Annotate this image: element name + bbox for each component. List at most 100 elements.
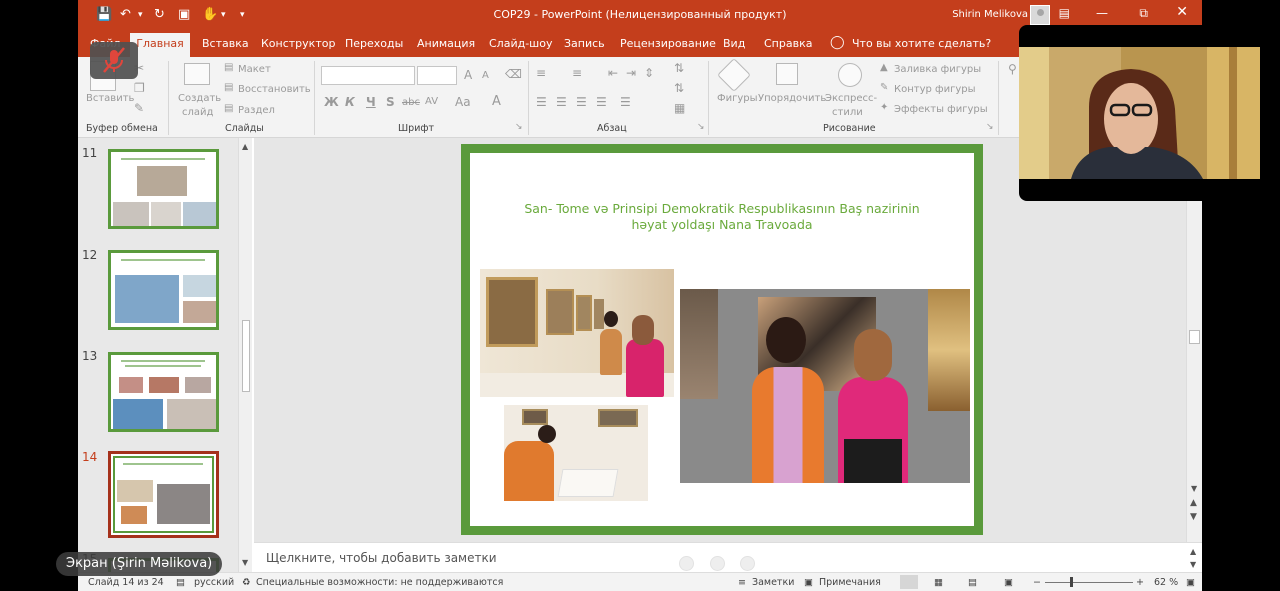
shrink-font-button[interactable]: A	[482, 70, 489, 81]
font-color-button[interactable]: A	[492, 94, 501, 109]
tab-home[interactable]: Главная	[130, 33, 190, 57]
text-direction-icon[interactable]: ⇅	[674, 61, 684, 75]
comments-icon[interactable]: ▣	[804, 577, 813, 588]
minimize-icon[interactable]: —	[1096, 6, 1108, 20]
comments-button[interactable]: Примечания	[819, 577, 881, 588]
shapes-button[interactable]: Фигуры	[717, 93, 758, 104]
reset-button[interactable]: Восстановить	[238, 84, 311, 95]
tab-slideshow[interactable]: Слайд-шоу	[489, 37, 552, 50]
thumbnail-scrollbar[interactable]: ▲ ▼	[238, 138, 252, 572]
tab-review[interactable]: Рецензирование	[620, 37, 716, 50]
tab-transitions[interactable]: Переходы	[345, 37, 403, 50]
reading-view-icon[interactable]: ▤	[968, 577, 977, 588]
quick-styles-button-line2[interactable]: стили	[832, 107, 863, 118]
numbering-icon[interactable]: ≡	[572, 66, 582, 80]
next-slide-icon[interactable]: ▼	[1190, 512, 1197, 522]
format-painter-icon[interactable]: ✎	[134, 101, 144, 115]
slide-sorter-icon[interactable]: ▦	[934, 577, 943, 588]
change-case-button[interactable]: Aa	[455, 95, 471, 109]
tab-insert[interactable]: Вставка	[202, 37, 249, 50]
font-size-combo[interactable]	[417, 66, 457, 85]
tell-me-search[interactable]: Что вы хотите сделать?	[852, 37, 991, 50]
scrollbar-thumb[interactable]	[242, 320, 250, 392]
strikethrough-button[interactable]: abc	[402, 97, 420, 108]
shape-fill-button[interactable]: Заливка фигуры	[894, 64, 981, 75]
arrange-button[interactable]: Упорядочить	[758, 93, 826, 104]
layout-button[interactable]: Макет	[238, 64, 271, 75]
spellcheck-icon[interactable]: ▤	[176, 577, 185, 588]
zoom-level[interactable]: 62 %	[1154, 577, 1178, 588]
notes-button[interactable]: Заметки	[752, 577, 794, 588]
notes-icon[interactable]: ≡	[738, 577, 746, 588]
slideshow-icon[interactable]: ▣	[1004, 577, 1013, 588]
underline-button[interactable]: Ч	[366, 95, 376, 109]
tab-view[interactable]: Вид	[723, 37, 745, 50]
tab-design[interactable]: Конструктор	[261, 37, 335, 50]
clear-formatting-icon[interactable]: ⌫	[505, 67, 522, 81]
zoom-slider[interactable]	[1045, 582, 1133, 583]
font-name-combo[interactable]	[321, 66, 415, 85]
find-icon[interactable]: ⚲	[1008, 62, 1017, 76]
scroll-up-icon[interactable]: ▲	[242, 142, 248, 151]
avatar[interactable]	[1030, 5, 1050, 25]
align-right-icon[interactable]: ☰	[576, 95, 587, 109]
restore-icon[interactable]: ⧉	[1139, 6, 1148, 21]
justify-icon[interactable]: ☰	[596, 95, 607, 109]
copy-icon[interactable]: ❐	[134, 81, 145, 95]
notes-placeholder[interactable]: Щелкните, чтобы добавить заметки	[266, 551, 497, 565]
shapes-icon[interactable]	[717, 58, 751, 92]
accessibility-status[interactable]: Специальные возможности: не поддерживают…	[256, 577, 503, 588]
increase-indent-icon[interactable]: ⇥	[626, 66, 636, 80]
align-center-icon[interactable]: ☰	[556, 95, 567, 109]
language-indicator[interactable]: русский	[194, 577, 234, 588]
shape-outline-button[interactable]: Контур фигуры	[894, 84, 976, 95]
tab-animations[interactable]: Анимация	[417, 37, 475, 50]
bold-button[interactable]: Ж	[324, 95, 339, 109]
arrange-icon[interactable]	[776, 63, 798, 85]
new-slide-icon[interactable]	[184, 63, 210, 85]
dialog-launcher-icon[interactable]: ↘	[697, 122, 705, 132]
tab-help[interactable]: Справка	[764, 37, 812, 50]
zoom-out-icon[interactable]: −	[1033, 577, 1041, 588]
shadow-button[interactable]: S	[386, 95, 395, 109]
new-slide-button-line2[interactable]: слайд	[182, 107, 213, 118]
shape-effects-button[interactable]: Эффекты фигуры	[894, 104, 988, 115]
slide-counter[interactable]: Слайд 14 из 24	[88, 577, 164, 588]
bullets-icon[interactable]: ≡	[536, 66, 546, 80]
tab-record[interactable]: Запись	[564, 37, 605, 50]
slide-thumbnail-14[interactable]	[108, 451, 219, 538]
slide-title[interactable]: San- Tome və Prinsipi Demokratik Respubl…	[490, 201, 954, 233]
slide-thumbnail-13[interactable]	[108, 352, 219, 432]
quick-styles-button[interactable]: Экспресс-	[825, 93, 877, 104]
slide-thumbnail-11[interactable]	[108, 149, 219, 229]
slide-thumbnail-12[interactable]	[108, 250, 219, 330]
close-icon[interactable]: ✕	[1176, 4, 1188, 20]
quick-styles-icon[interactable]	[838, 63, 862, 87]
accessibility-icon[interactable]: ♻	[242, 577, 251, 588]
decrease-indent-icon[interactable]: ⇤	[608, 66, 618, 80]
current-slide[interactable]: San- Tome və Prinsipi Demokratik Respubl…	[461, 144, 983, 535]
scroll-up-icon[interactable]: ▲	[1190, 547, 1196, 556]
smartart-icon[interactable]: ▦	[674, 101, 685, 115]
fit-to-window-icon[interactable]: ▣	[1186, 577, 1195, 588]
ribbon-display-icon[interactable]: ▤	[1059, 6, 1070, 20]
notes-pane[interactable]: Щелкните, чтобы добавить заметки ▲ ▼	[254, 542, 1202, 572]
scroll-down-icon[interactable]: ▼	[242, 558, 248, 567]
dialog-launcher-icon[interactable]: ↘	[515, 122, 523, 132]
align-text-icon[interactable]: ⇅	[674, 81, 684, 95]
webcam-overlay[interactable]	[1019, 25, 1260, 201]
paste-button[interactable]: Вставить	[86, 93, 134, 104]
scroll-down-icon[interactable]: ▼	[1190, 560, 1196, 569]
align-left-icon[interactable]: ☰	[536, 95, 547, 109]
user-name[interactable]: Shirin Melikova	[952, 9, 1028, 20]
scrollbar-thumb[interactable]	[1189, 330, 1200, 344]
section-button[interactable]: Раздел	[238, 105, 275, 116]
dialog-launcher-icon[interactable]: ↘	[986, 122, 994, 132]
previous-slide-icon[interactable]: ▲	[1190, 498, 1197, 508]
grow-font-button[interactable]: A	[464, 68, 472, 82]
zoom-slider-handle[interactable]	[1070, 577, 1073, 587]
char-spacing-button[interactable]: AV	[425, 96, 438, 107]
zoom-in-icon[interactable]: +	[1136, 577, 1144, 588]
scroll-down-icon[interactable]: ▼	[1191, 484, 1197, 493]
new-slide-button[interactable]: Создать	[178, 93, 221, 104]
